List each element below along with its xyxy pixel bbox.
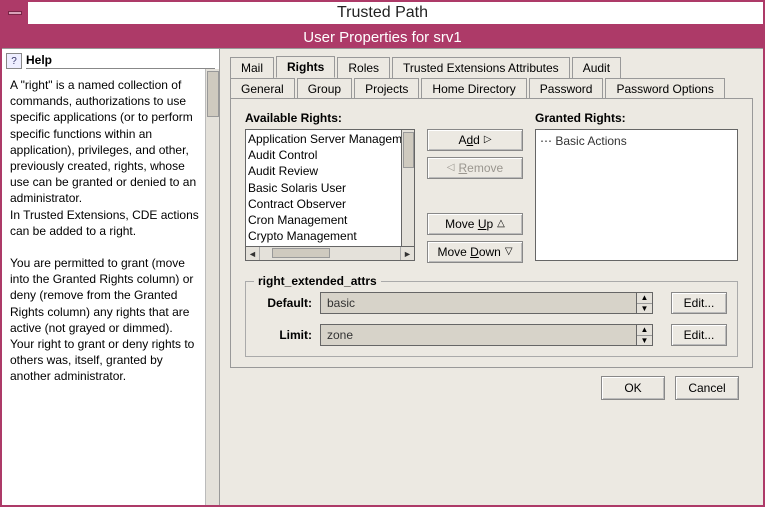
add-button[interactable]: Add ▷ — [427, 129, 523, 151]
tab-password-options[interactable]: Password Options — [605, 78, 724, 99]
move-down-button[interactable]: Move Down ▽ — [427, 241, 523, 263]
window-system-menu[interactable] — [2, 2, 30, 24]
rights-panel: Available Rights: Application Server Man… — [230, 98, 753, 368]
move-up-button[interactable]: Move Up △ — [427, 213, 523, 235]
list-item[interactable]: Basic Solaris User — [248, 180, 399, 196]
minimize-icon — [8, 11, 22, 15]
titlebar: Trusted Path — [2, 2, 763, 24]
scroll-right-icon[interactable]: ► — [400, 247, 414, 260]
help-label: Help — [26, 53, 215, 69]
window-title: Trusted Path — [337, 4, 428, 22]
help-paragraph: You are permitted to grant (move into th… — [10, 255, 199, 385]
scrollbar-thumb[interactable] — [207, 71, 219, 117]
default-attr-spinner[interactable]: ▲ ▼ — [637, 292, 653, 314]
tab-rights[interactable]: Rights — [276, 56, 335, 78]
tab-row-2: General Group Projects Home Directory Pa… — [230, 77, 753, 98]
tab-password[interactable]: Password — [529, 78, 604, 99]
spinner-up-icon[interactable]: ▲ — [637, 325, 652, 336]
limit-edit-button[interactable]: Edit... — [671, 324, 727, 346]
main-pane: Mail Rights Roles Trusted Extensions Att… — [220, 49, 763, 505]
chevron-right-icon: ▷ — [484, 135, 492, 145]
list-item[interactable]: Cron Management — [248, 212, 399, 228]
default-attr-field[interactable]: basic — [320, 292, 637, 314]
tab-audit[interactable]: Audit — [572, 57, 621, 78]
tab-trusted-extensions-attributes[interactable]: Trusted Extensions Attributes — [392, 57, 570, 78]
tab-row-1: Mail Rights Roles Trusted Extensions Att… — [230, 55, 753, 77]
available-rights-list[interactable]: Application Server Management Audit Cont… — [245, 129, 402, 247]
help-paragraph: A "right" is a named collection of comma… — [10, 77, 199, 207]
tree-item[interactable]: ⋯ Basic Actions — [540, 133, 733, 149]
spinner-down-icon[interactable]: ▼ — [637, 304, 652, 314]
tab-group[interactable]: Group — [297, 78, 352, 99]
help-icon: ? — [6, 53, 22, 69]
remove-button[interactable]: ◁ Remove — [427, 157, 523, 179]
cancel-button[interactable]: Cancel — [675, 376, 739, 400]
spinner-down-icon[interactable]: ▼ — [637, 336, 652, 346]
help-pane: ? Help A "right" is a named collection o… — [2, 49, 220, 505]
chevron-left-icon: ◁ — [447, 163, 455, 173]
window-subtitle: User Properties for srv1 — [2, 26, 763, 48]
limit-attr-spinner[interactable]: ▲ ▼ — [637, 324, 653, 346]
scroll-left-icon[interactable]: ◄ — [246, 247, 260, 260]
chevron-down-icon: ▽ — [505, 247, 513, 257]
help-text: A "right" is a named collection of comma… — [2, 69, 205, 505]
available-hscrollbar[interactable]: ◄ ► — [245, 247, 415, 261]
window-frame: Trusted Path User Properties for srv1 ? … — [0, 0, 765, 507]
default-attr-label: Default: — [256, 296, 312, 310]
extended-attrs-legend: right_extended_attrs — [254, 274, 381, 288]
right-extended-attrs-group: right_extended_attrs Default: basic ▲ ▼ … — [245, 281, 738, 357]
list-item[interactable]: Crypto Management — [248, 228, 399, 244]
ok-button[interactable]: OK — [601, 376, 665, 400]
chevron-up-icon: △ — [497, 219, 505, 229]
tab-mail[interactable]: Mail — [230, 57, 274, 78]
available-rights-label: Available Rights: — [245, 111, 415, 125]
available-vscrollbar[interactable] — [402, 129, 415, 247]
tab-roles[interactable]: Roles — [337, 57, 390, 78]
list-item[interactable]: Audit Review — [248, 163, 399, 179]
content-area: ? Help A "right" is a named collection o… — [2, 48, 763, 505]
tab-projects[interactable]: Projects — [354, 78, 419, 99]
spinner-up-icon[interactable]: ▲ — [637, 293, 652, 304]
tab-general[interactable]: General — [230, 78, 295, 99]
help-scrollbar[interactable] — [205, 69, 219, 505]
default-edit-button[interactable]: Edit... — [671, 292, 727, 314]
limit-attr-label: Limit: — [256, 328, 312, 342]
list-item[interactable]: Application Server Management — [248, 131, 399, 147]
granted-rights-list[interactable]: ⋯ Basic Actions — [535, 129, 738, 261]
granted-rights-label: Granted Rights: — [535, 111, 738, 125]
scrollbar-thumb[interactable] — [272, 248, 330, 258]
help-paragraph: In Trusted Extensions, CDE actions can b… — [10, 207, 199, 239]
list-item[interactable]: Contract Observer — [248, 196, 399, 212]
scrollbar-thumb[interactable] — [403, 132, 414, 168]
limit-attr-field[interactable]: zone — [320, 324, 637, 346]
list-item[interactable]: Audit Control — [248, 147, 399, 163]
dialog-footer: OK Cancel — [230, 368, 753, 404]
tab-home-directory[interactable]: Home Directory — [421, 78, 526, 99]
